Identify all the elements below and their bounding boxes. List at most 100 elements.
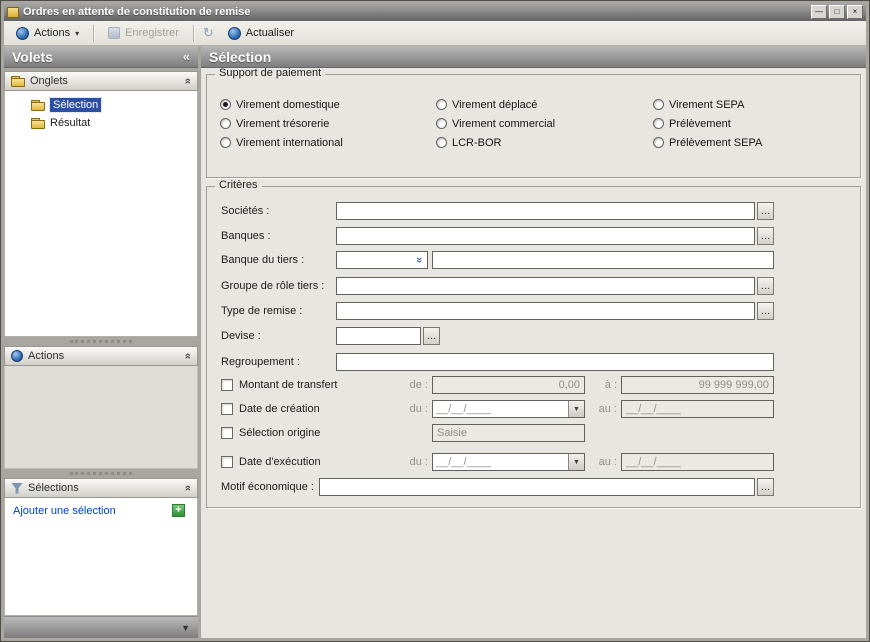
selection-origine-row: Sélection origine Saisie [206, 424, 861, 443]
add-selection-button[interactable]: + [172, 504, 185, 517]
sidebar: Volets « Onglets » Sélection Résultat [4, 46, 198, 638]
onglets-section-header[interactable]: Onglets » [4, 71, 198, 91]
toolbar-separator [193, 25, 194, 42]
actions-button[interactable]: Actions ▾ [8, 24, 87, 43]
actualiser-icon [228, 27, 241, 40]
radio-icon[interactable] [220, 137, 231, 148]
radio-icon[interactable] [436, 118, 447, 129]
support-group-title: Support de paiement [215, 68, 325, 79]
societes-row: Sociétés : … [206, 202, 861, 221]
add-selection-link[interactable]: Ajouter une sélection [13, 505, 116, 517]
radio-icon[interactable] [653, 118, 664, 129]
collapse-sidebar-icon[interactable]: « [183, 49, 190, 64]
motif-label: Motif économique : [221, 478, 314, 496]
date-execution-checkbox[interactable] [221, 456, 233, 468]
tree-item-label[interactable]: Résultat [50, 117, 90, 129]
maximize-button[interactable]: □ [829, 5, 845, 19]
date-creation-from-select[interactable]: __/__/____ ▼ [432, 400, 585, 418]
filter-icon [11, 483, 23, 494]
save-button[interactable]: Enregistrer [100, 24, 187, 42]
tree-item-resultat[interactable]: Résultat [5, 114, 197, 132]
actions-panel-icon [11, 350, 23, 362]
groupe-role-input[interactable] [336, 277, 755, 295]
type-remise-browse-button[interactable]: … [757, 302, 774, 320]
radio-virement-sepa[interactable]: Virement SEPA [653, 95, 852, 114]
refresh-icon[interactable]: ↻ [200, 25, 217, 41]
radio-virement-international[interactable]: Virement international [220, 133, 436, 152]
sidebar-footer: ▼ [4, 616, 198, 638]
tree-item-label[interactable]: Sélection [50, 98, 101, 112]
groupe-role-label: Groupe de rôle tiers : [221, 277, 324, 295]
actions-panel-body [4, 366, 198, 469]
sidebar-title: Volets [12, 49, 53, 65]
actions-icon [16, 27, 29, 40]
regroupement-input[interactable] [336, 353, 774, 371]
selection-origine-checkbox[interactable] [221, 427, 233, 439]
splitter-handle[interactable] [4, 337, 198, 346]
radio-virement-domestique[interactable]: Virement domestique [220, 95, 436, 114]
folder-icon [31, 118, 45, 129]
date-creation-checkbox[interactable] [221, 403, 233, 415]
selections-section-header[interactable]: Sélections » [4, 478, 198, 498]
chevron-up-icon[interactable]: » [182, 485, 194, 491]
folder-icon [11, 76, 25, 87]
devise-input[interactable] [336, 327, 421, 345]
groupe-role-browse-button[interactable]: … [757, 277, 774, 295]
date-creation-row: Date de création du : __/__/____ ▼ au : … [206, 400, 861, 419]
main-header: Sélection [201, 46, 866, 68]
combo-chevron-icon[interactable]: » [411, 252, 427, 268]
chevron-up-icon[interactable]: » [182, 353, 194, 359]
radio-icon[interactable] [220, 118, 231, 129]
radio-lcr-bor[interactable]: LCR-BOR [436, 133, 653, 152]
devise-row: Devise : … [206, 327, 861, 346]
date-execution-to-field[interactable]: __/__/____ [621, 453, 774, 471]
minimize-button[interactable]: — [811, 5, 827, 19]
radio-virement-tresorerie[interactable]: Virement trésorerie [220, 114, 436, 133]
radio-icon[interactable] [220, 99, 231, 110]
selection-origine-field[interactable]: Saisie [432, 424, 585, 442]
banques-browse-button[interactable]: … [757, 227, 774, 245]
societes-input[interactable] [336, 202, 755, 220]
refresh-button[interactable]: Actualiser [220, 24, 302, 43]
banque-tiers-select[interactable]: » [336, 251, 428, 269]
date-creation-label: Date de création [239, 400, 320, 418]
chevron-up-icon[interactable]: » [182, 78, 194, 84]
close-button[interactable]: × [847, 5, 863, 19]
main-title: Sélection [209, 49, 271, 65]
radio-icon[interactable] [653, 137, 664, 148]
radio-prelevement-sepa[interactable]: Prélèvement SEPA [653, 133, 852, 152]
devise-browse-button[interactable]: … [423, 327, 440, 345]
montant-de-label: de : [386, 376, 428, 394]
radio-icon[interactable] [436, 99, 447, 110]
banque-tiers-input[interactable] [432, 251, 774, 269]
tree-item-selection[interactable]: Sélection [5, 96, 197, 114]
montant-max-field[interactable]: 99 999 999,00 [621, 376, 774, 394]
date-execution-from-select[interactable]: __/__/____ ▼ [432, 453, 585, 471]
toolbar: Actions ▾ Enregistrer ↻ Actualiser [4, 21, 866, 46]
radio-prelevement[interactable]: Prélèvement [653, 114, 852, 133]
radio-virement-commercial[interactable]: Virement commercial [436, 114, 653, 133]
regroupement-row: Regroupement : [206, 353, 861, 372]
type-remise-row: Type de remise : … [206, 302, 861, 321]
save-icon [108, 27, 120, 39]
dropdown-arrow-icon[interactable]: ▼ [568, 454, 584, 470]
motif-input[interactable] [319, 478, 755, 496]
motif-browse-button[interactable]: … [757, 478, 774, 496]
montant-min-field[interactable]: 0,00 [432, 376, 585, 394]
folder-icon [31, 100, 45, 111]
societes-browse-button[interactable]: … [757, 202, 774, 220]
type-remise-input[interactable] [336, 302, 755, 320]
montant-checkbox[interactable] [221, 379, 233, 391]
app-window: Ordres en attente de constitution de rem… [0, 0, 870, 642]
radio-icon[interactable] [436, 137, 447, 148]
dropdown-arrow-icon[interactable]: ▼ [568, 401, 584, 417]
radio-icon[interactable] [653, 99, 664, 110]
date-execution-label: Date d'exécution [239, 453, 321, 471]
footer-dropdown-icon[interactable]: ▼ [181, 623, 190, 633]
actions-section-header[interactable]: Actions » [4, 346, 198, 366]
radio-virement-deplace[interactable]: Virement déplacé [436, 95, 653, 114]
date-creation-to-field[interactable]: __/__/____ [621, 400, 774, 418]
banques-input[interactable] [336, 227, 755, 245]
criteria-group-title: Critères [215, 179, 262, 191]
splitter-handle[interactable] [4, 469, 198, 478]
